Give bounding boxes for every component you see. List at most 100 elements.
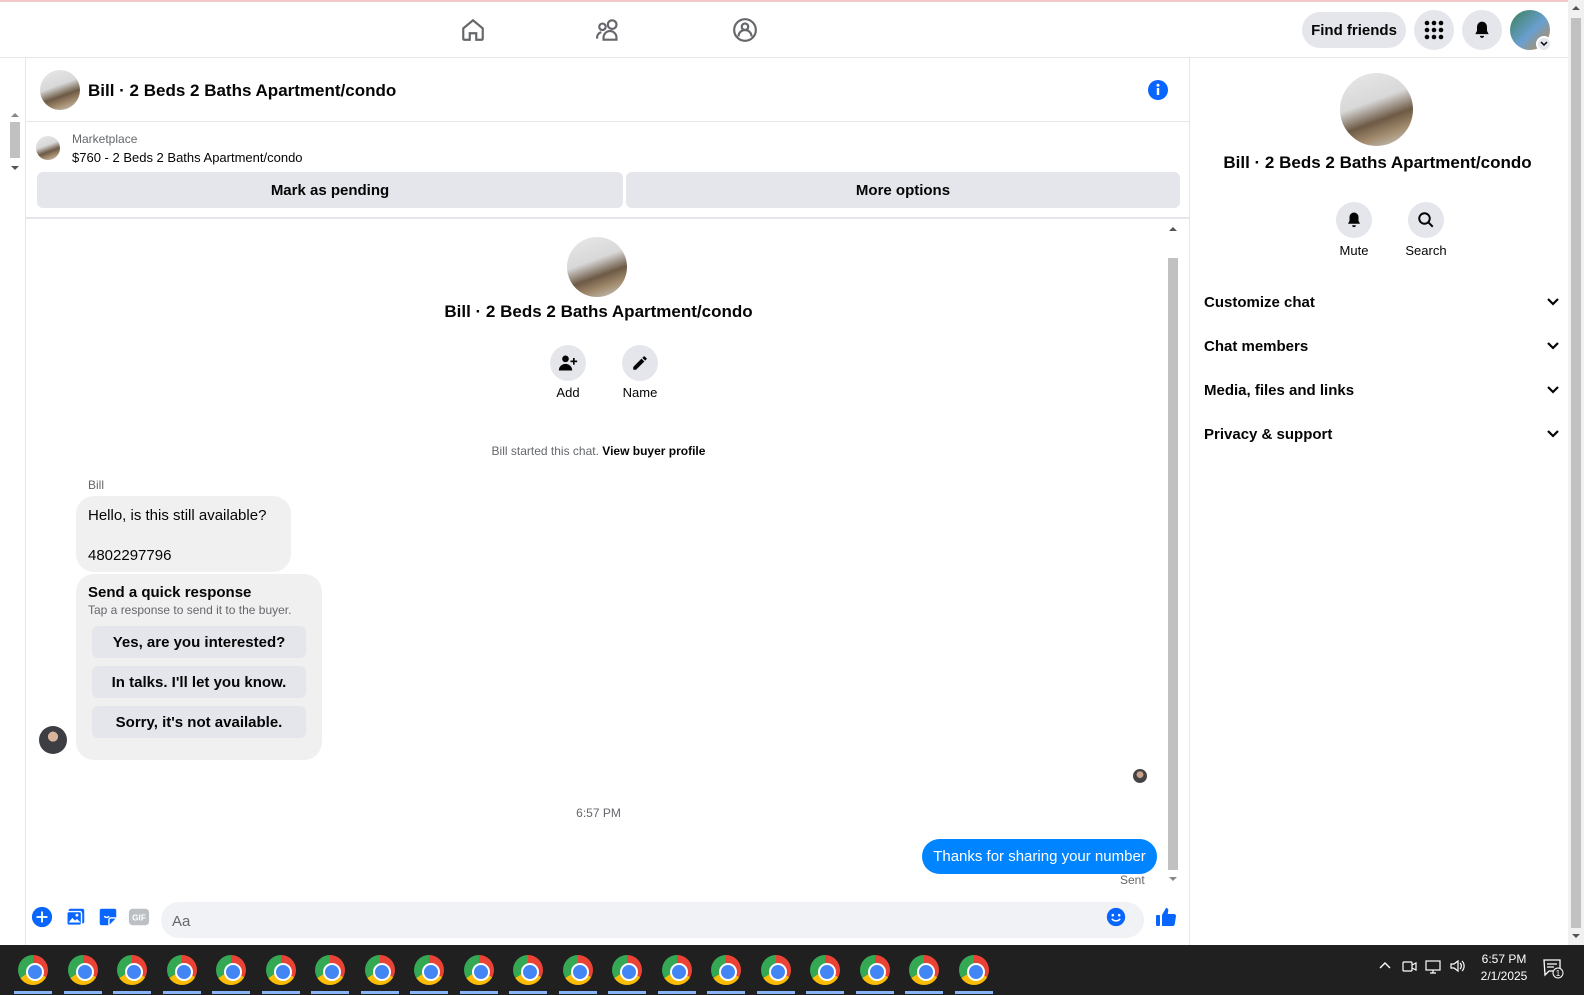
sticker-icon[interactable] xyxy=(97,906,121,930)
chrome-icon[interactable] xyxy=(414,955,444,985)
taskbar-running-indicator xyxy=(410,991,448,994)
section-label: Customize chat xyxy=(1204,293,1315,311)
groups-icon[interactable] xyxy=(729,14,761,46)
thumbs-up-icon[interactable] xyxy=(1154,905,1178,929)
section-label: Chat members xyxy=(1204,337,1309,355)
chat-started-note: Bill started this chat. View buyer profi… xyxy=(400,444,797,458)
emoji-icon[interactable] xyxy=(1105,906,1129,930)
gif-icon[interactable]: GIF xyxy=(128,906,152,930)
photo-icon[interactable] xyxy=(65,906,89,930)
message-timestamp: 6:57 PM xyxy=(576,806,621,820)
marketplace-label: Marketplace xyxy=(72,132,138,146)
chrome-icon[interactable] xyxy=(166,955,197,985)
chrome-icon[interactable] xyxy=(958,955,989,985)
marketplace-thumbnail[interactable] xyxy=(36,136,60,160)
customize-chat-row[interactable]: Customize chat xyxy=(1204,282,1560,322)
plus-circle-icon[interactable] xyxy=(31,906,55,930)
taskbar-running-indicator xyxy=(162,991,201,994)
taskbar-running-indicator xyxy=(311,991,349,994)
view-buyer-profile-link[interactable]: View buyer profile xyxy=(602,444,705,458)
volume-icon[interactable] xyxy=(1448,957,1466,975)
media-files-links-row[interactable]: Media, files and links xyxy=(1204,370,1560,410)
notifications-bell-icon[interactable] xyxy=(1462,10,1502,50)
chevron-down-icon xyxy=(1547,342,1559,350)
chevron-down-icon xyxy=(1547,430,1559,438)
taskbar-running-indicator xyxy=(608,991,646,994)
notification-center-icon[interactable]: 1 xyxy=(1542,957,1564,979)
taskbar-running-indicator xyxy=(113,991,151,994)
quick-response-button[interactable]: Yes, are you interested? xyxy=(92,626,306,658)
taskbar-running-indicator xyxy=(855,991,894,994)
chrome-icon[interactable] xyxy=(117,955,147,985)
chrome-icon[interactable] xyxy=(315,955,345,985)
quick-response-button[interactable]: In talks. I'll let you know. xyxy=(92,666,306,698)
chrome-icon[interactable] xyxy=(18,955,48,985)
taskbar-running-indicator xyxy=(756,991,795,994)
conversation-title: Bill · 2 Beds 2 Baths Apartment/condo xyxy=(444,302,753,321)
add-person-button[interactable] xyxy=(550,345,586,381)
section-label: Privacy & support xyxy=(1204,425,1333,443)
outgoing-message-bubble[interactable]: Thanks for sharing your number xyxy=(922,839,1157,874)
clock-date: 2/1/2025 xyxy=(1480,969,1528,983)
home-icon[interactable] xyxy=(457,14,489,46)
chrome-icon[interactable] xyxy=(810,955,840,985)
chat-title[interactable]: Bill · 2 Beds 2 Baths Apartment/condo xyxy=(88,81,396,101)
mark-as-pending-button[interactable]: Mark as pending xyxy=(37,172,623,208)
chrome-icon[interactable] xyxy=(364,955,395,985)
taskbar-clock[interactable]: 6:57 PM 2/1/2025 xyxy=(1474,951,1534,985)
taskbar-running-indicator xyxy=(905,991,943,994)
incoming-message-bubble[interactable]: Hello, is this still available? 48022977… xyxy=(76,496,291,572)
taskbar-running-indicator xyxy=(657,991,696,994)
chrome-icon[interactable] xyxy=(216,955,246,985)
right-panel-title: Bill · 2 Beds 2 Baths Apartment/condo xyxy=(1223,153,1532,172)
taskbar-running-indicator xyxy=(63,991,102,994)
taskbar-running-indicator xyxy=(954,991,993,994)
chrome-icon[interactable] xyxy=(513,955,543,985)
mute-label: Mute xyxy=(1339,243,1369,258)
mute-button[interactable] xyxy=(1336,202,1372,238)
find-friends-button[interactable]: Find friends xyxy=(1302,12,1406,48)
taskbar-running-indicator xyxy=(212,991,250,994)
chrome-icon[interactable] xyxy=(67,955,98,985)
listing-thumbnail[interactable] xyxy=(40,70,80,110)
left-scrollbar[interactable] xyxy=(8,108,22,178)
more-options-button[interactable]: More options xyxy=(626,172,1180,208)
taskbar-running-indicator xyxy=(14,991,52,994)
privacy-support-row[interactable]: Privacy & support xyxy=(1204,414,1560,454)
search-button[interactable] xyxy=(1408,202,1444,238)
chrome-icon[interactable] xyxy=(612,955,642,985)
edit-name-button[interactable] xyxy=(622,345,658,381)
page-scrollbar-thumb[interactable] xyxy=(1571,18,1581,928)
meet-now-icon[interactable] xyxy=(1400,957,1418,975)
chrome-icon[interactable] xyxy=(909,955,939,985)
sender-name: Bill xyxy=(88,478,105,492)
message-text: Hello, is this still available? xyxy=(88,507,267,524)
chevron-up-icon[interactable] xyxy=(1376,957,1394,975)
chrome-icon[interactable] xyxy=(562,955,593,985)
search-label: Search xyxy=(1405,243,1447,258)
taskbar-running-indicator xyxy=(806,991,844,994)
chrome-icon[interactable] xyxy=(711,955,741,985)
chat-members-row[interactable]: Chat members xyxy=(1204,326,1560,366)
menu-grid-icon[interactable] xyxy=(1414,10,1454,50)
chevron-down-icon xyxy=(1547,386,1559,394)
chrome-icon[interactable] xyxy=(661,955,692,985)
add-label: Add xyxy=(556,385,580,400)
listing-title[interactable]: $760 - 2 Beds 2 Baths Apartment/condo xyxy=(72,150,303,165)
taskbar-running-indicator xyxy=(558,991,597,994)
chevron-down-icon[interactable] xyxy=(1536,36,1552,52)
message-phone-number: 4802297796 xyxy=(88,547,172,564)
chrome-icon[interactable] xyxy=(859,955,890,985)
info-icon[interactable] xyxy=(1146,78,1170,102)
chrome-icon[interactable] xyxy=(760,955,791,985)
right-panel-avatar xyxy=(1340,73,1413,146)
started-text: Bill started this chat. xyxy=(491,444,599,458)
friends-icon[interactable] xyxy=(594,14,626,46)
sender-avatar[interactable] xyxy=(39,726,67,754)
chat-scrollbar-thumb[interactable] xyxy=(1168,258,1178,870)
chrome-icon[interactable] xyxy=(463,955,494,985)
chrome-icon[interactable] xyxy=(265,955,296,985)
quick-response-button[interactable]: Sorry, it's not available. xyxy=(92,706,306,738)
message-input[interactable] xyxy=(172,911,1072,931)
network-icon[interactable] xyxy=(1424,957,1442,975)
